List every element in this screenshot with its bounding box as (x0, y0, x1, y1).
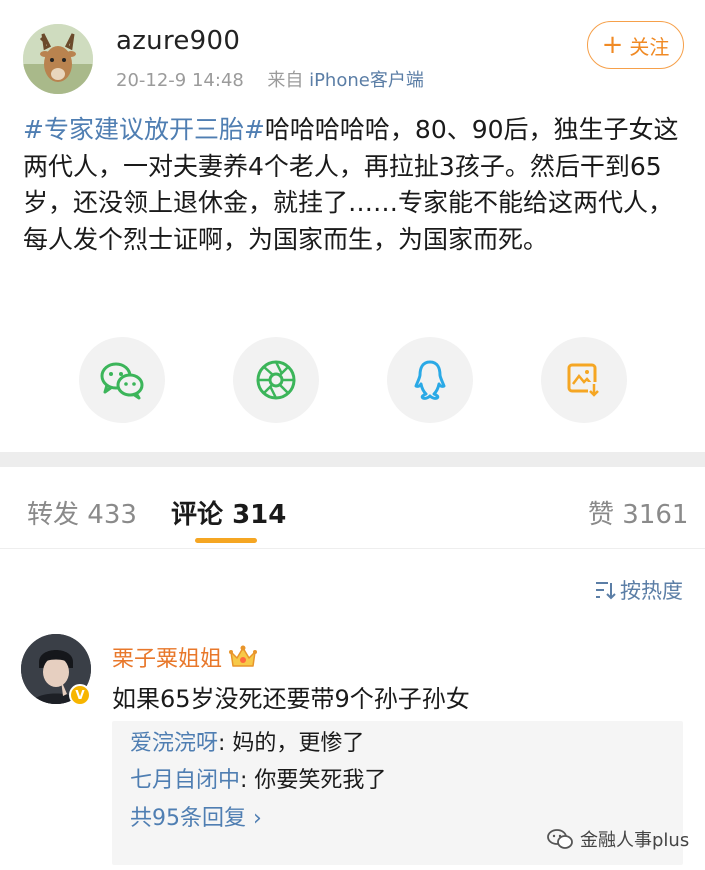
post-meta: 20-12-9 14:48 来自 iPhone客户端 (116, 66, 424, 92)
active-tab-indicator (195, 538, 257, 543)
follow-label: 关注 (629, 34, 670, 59)
comment-text: 如果65岁没死还要带9个孙子孙女 (112, 685, 470, 713)
tab-like-label: 赞 (588, 500, 615, 530)
source-prefix: 来自 (267, 70, 310, 91)
share-wechat-button[interactable] (79, 337, 165, 423)
post-body: #专家建议放开三胎#哈哈哈哈哈，80、90后，独生子女这两代人，一对夫妻养4个老… (23, 112, 683, 258)
reply-item: 七月自闭中: 你要笑死我了 (130, 762, 665, 799)
post-time: 20-12-9 14:48 (116, 70, 244, 91)
reply-item: 爱浣浣呀: 妈的，更惨了 (130, 725, 665, 762)
reply-text: : 你要笑死我了 (240, 768, 387, 793)
reply-text: : 妈的，更惨了 (218, 731, 365, 756)
qq-icon (414, 360, 446, 400)
wechat-icon (100, 362, 144, 400)
deer-avatar-icon (23, 24, 93, 94)
follow-button[interactable]: + 关注 (587, 21, 684, 69)
commenter-name-text: 栗子粟姐姐 (112, 647, 223, 672)
crown-badge-icon (229, 645, 258, 667)
share-save-image-button[interactable] (541, 337, 627, 423)
topic-link[interactable]: #专家建议放开三胎# (23, 115, 265, 144)
tab-comment-count: 314 (232, 500, 287, 530)
reply-author[interactable]: 爱浣浣呀 (130, 731, 218, 756)
wechat-watermark-icon (547, 829, 573, 849)
plus-icon: + (601, 30, 624, 60)
sort-toggle[interactable]: 按热度 (594, 575, 683, 605)
section-divider (0, 452, 705, 467)
save-image-icon (567, 363, 600, 397)
share-qq-button[interactable] (387, 337, 473, 423)
tab-like-count: 3161 (622, 500, 689, 530)
tab-comment[interactable]: 评论 314 (171, 494, 286, 531)
commenter-name[interactable]: 栗子粟姐姐 (112, 641, 258, 673)
tab-repost-label: 转发 (27, 500, 80, 530)
moments-icon (256, 360, 296, 400)
tab-repost-count: 433 (87, 500, 137, 530)
post-source[interactable]: iPhone客户端 (309, 70, 424, 91)
sort-label: 按热度 (620, 579, 683, 603)
reply-author[interactable]: 七月自闭中 (130, 768, 240, 793)
watermark: 金融人事plus (546, 826, 689, 852)
tab-comment-label: 评论 (171, 500, 224, 530)
avatar[interactable] (23, 24, 93, 94)
tab-like[interactable]: 赞 3161 (588, 494, 688, 531)
username[interactable]: azure900 (116, 26, 240, 56)
sort-icon (596, 582, 616, 600)
share-moments-button[interactable] (233, 337, 319, 423)
verified-badge-icon: V (69, 684, 91, 706)
watermark-text: 金融人事plus (580, 830, 690, 851)
tab-repost[interactable]: 转发 433 (27, 494, 137, 531)
tab-bar: 转发 433 评论 314 赞 3161 (0, 467, 705, 549)
post-header: azure900 20-12-9 14:48 来自 iPhone客户端 + 关注 (0, 0, 705, 100)
share-row (0, 337, 705, 423)
